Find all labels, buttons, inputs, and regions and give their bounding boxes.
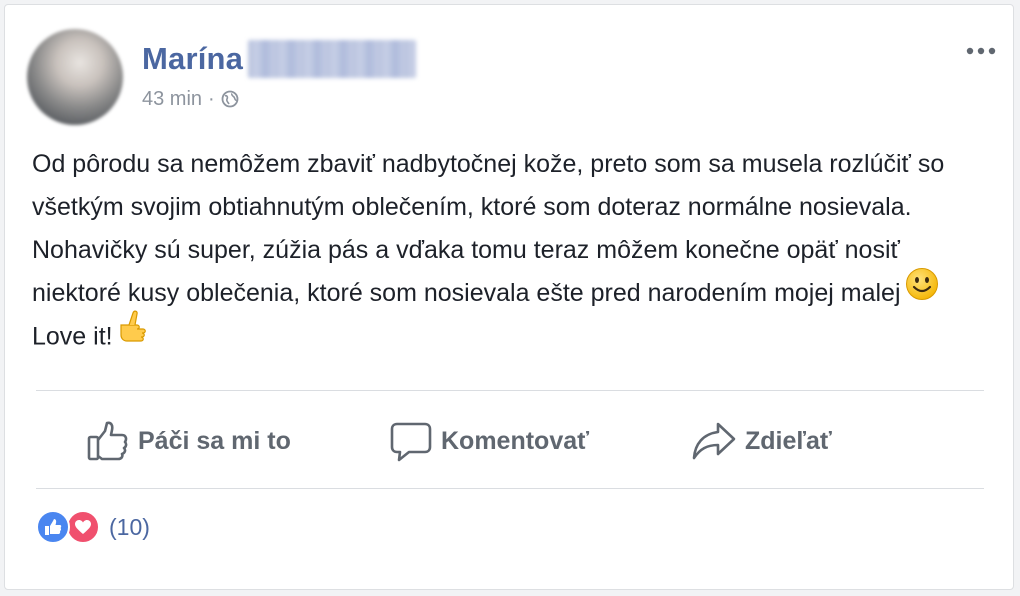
thumbs-point-emoji-icon bbox=[117, 309, 151, 361]
post-text-tail: Love it! bbox=[32, 323, 113, 351]
globe-icon[interactable] bbox=[221, 90, 239, 108]
smile-emoji-icon bbox=[905, 267, 939, 315]
more-options-icon[interactable] bbox=[963, 39, 999, 63]
post-text-body: Od pôrodu sa nemôžem zbaviť nadbytočnej … bbox=[32, 150, 945, 307]
share-button[interactable]: Zdieľať bbox=[691, 419, 832, 463]
like-reaction-icon bbox=[36, 510, 70, 544]
share-label: Zdieľať bbox=[745, 426, 832, 455]
comment-button[interactable]: Komentovať bbox=[389, 419, 589, 463]
post-text: Od pôrodu sa nemôžem zbaviť nadbytočnej … bbox=[32, 143, 982, 361]
reaction-count: (10) bbox=[109, 513, 150, 540]
post-meta: 43 min · bbox=[142, 85, 239, 113]
share-arrow-icon bbox=[692, 422, 736, 460]
comment-label: Komentovať bbox=[441, 426, 590, 455]
love-reaction-icon bbox=[66, 510, 100, 544]
author-surname-blurred bbox=[248, 40, 417, 78]
author-name[interactable]: Marína bbox=[142, 41, 243, 77]
post-card: Marína 43 min · Od pôrodu sa nemôžem zba… bbox=[4, 4, 1014, 590]
like-button[interactable]: Páči sa mi to bbox=[86, 419, 291, 463]
comment-icon bbox=[390, 422, 432, 462]
post-timestamp[interactable]: 43 min bbox=[142, 88, 202, 111]
like-label: Páči sa mi to bbox=[138, 426, 291, 455]
thumbs-up-icon bbox=[87, 421, 128, 461]
author-header: Marína bbox=[142, 37, 417, 81]
meta-separator: · bbox=[208, 87, 215, 110]
author-avatar[interactable] bbox=[27, 29, 123, 125]
divider-bottom bbox=[36, 488, 984, 489]
divider-top bbox=[36, 390, 984, 391]
reactions-summary[interactable]: (10) bbox=[36, 507, 150, 547]
action-bar: Páči sa mi to Komentovať Zdieľať bbox=[36, 393, 984, 491]
